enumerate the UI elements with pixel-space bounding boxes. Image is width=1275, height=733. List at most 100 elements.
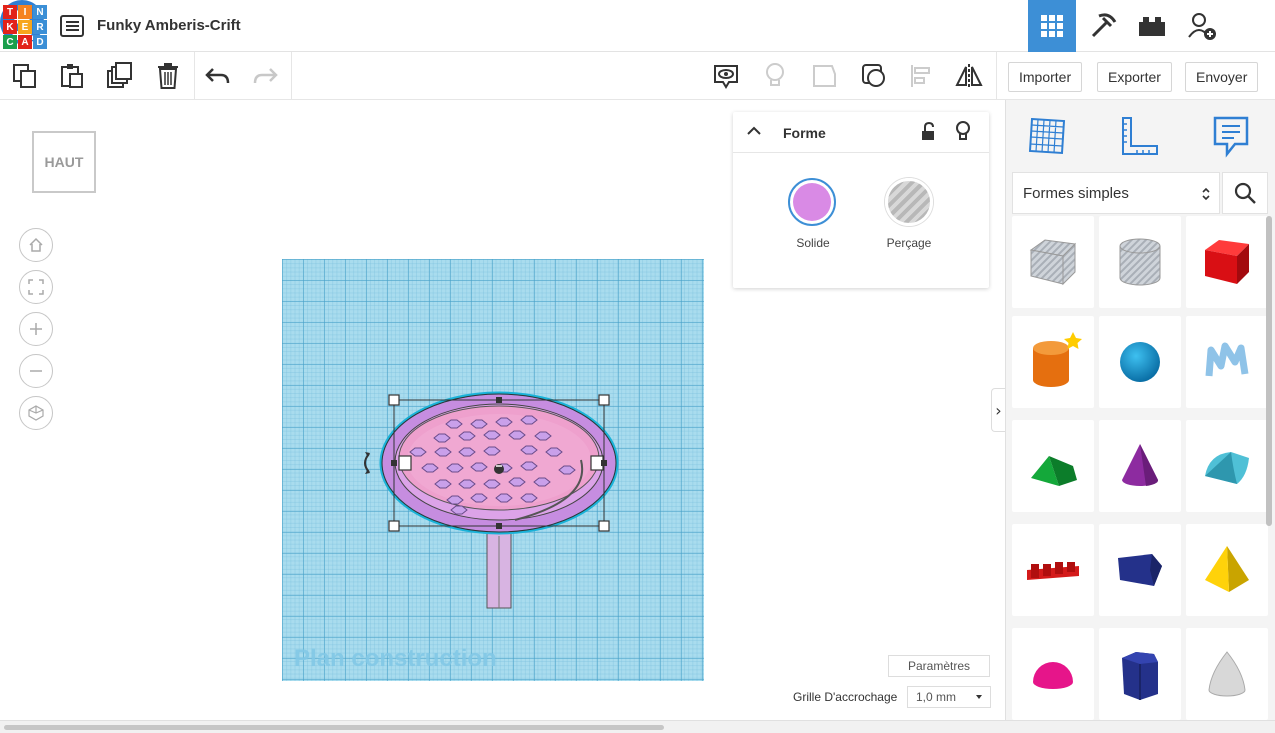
solid-label: Solide xyxy=(796,236,830,250)
paste-button[interactable] xyxy=(54,58,90,94)
selected-model[interactable] xyxy=(355,390,635,615)
duplicate-icon xyxy=(107,62,132,88)
redo-button[interactable] xyxy=(247,58,283,94)
paraboloid-icon xyxy=(1208,651,1246,697)
snap-grid-value: 1,0 mm xyxy=(916,690,957,704)
light-bulb-button[interactable] xyxy=(757,58,793,94)
export-button[interactable]: Exporter xyxy=(1097,62,1172,92)
tab-workplane[interactable] xyxy=(1023,112,1071,160)
group-button[interactable] xyxy=(856,58,892,94)
sphere-icon xyxy=(1120,342,1160,382)
shape-cone[interactable] xyxy=(1099,420,1181,512)
light-bulb-icon[interactable] xyxy=(955,121,971,143)
horizontal-scrollbar-thumb[interactable] xyxy=(4,725,664,730)
shape-round-roof[interactable] xyxy=(1186,420,1268,512)
tinkercad-logo[interactable]: TIN KER CAD xyxy=(3,5,47,49)
collapse-panel-toggle[interactable]: › xyxy=(991,388,1005,432)
logo-letter: A xyxy=(18,35,32,49)
shape-paraboloid[interactable] xyxy=(1186,628,1268,720)
box-icon xyxy=(1205,240,1249,284)
logo-letter: K xyxy=(3,20,17,34)
copy-button[interactable] xyxy=(7,58,43,94)
undo-button[interactable] xyxy=(200,58,236,94)
snap-grid-select[interactable]: 1,0 mm xyxy=(907,686,991,708)
shape-box-hole[interactable] xyxy=(1012,216,1094,308)
shape-cylinder-hole[interactable] xyxy=(1099,216,1181,308)
view-3d-grid-icon xyxy=(1041,15,1063,37)
library-scrollbar[interactable] xyxy=(1266,216,1272,526)
roof-icon xyxy=(1031,456,1077,486)
shape-text[interactable] xyxy=(1012,524,1094,616)
text-shape-icon xyxy=(1027,562,1079,580)
workplane-label: Plan construction xyxy=(294,645,497,672)
3d-viewport[interactable]: HAUT Plan construction Forme Solide Perç… xyxy=(0,100,1005,720)
polygon-icon xyxy=(1118,554,1162,586)
invite-user-button[interactable] xyxy=(1178,0,1226,52)
zoom-out-button[interactable] xyxy=(19,354,53,388)
shape-category-select[interactable]: Formes simples xyxy=(1012,172,1220,214)
shape-inspector-panel: Forme Solide Perçage xyxy=(733,112,989,288)
logo-letter: C xyxy=(3,35,17,49)
notes-visibility-button[interactable] xyxy=(708,58,744,94)
import-button[interactable]: Importer xyxy=(1008,62,1083,92)
logo-letter: R xyxy=(33,20,47,34)
shape-roof[interactable] xyxy=(1012,420,1094,512)
view-cube[interactable]: HAUT xyxy=(32,131,96,193)
solid-color-swatch[interactable] xyxy=(788,178,836,226)
add-user-icon xyxy=(1188,13,1216,40)
shape-pyramid[interactable] xyxy=(1186,524,1268,616)
shape-search-button[interactable] xyxy=(1222,172,1268,214)
project-menu-icon[interactable] xyxy=(60,15,84,37)
search-icon xyxy=(1234,182,1256,204)
align-icon xyxy=(911,65,930,87)
logo-letter: E xyxy=(18,20,32,34)
light-bulb-icon xyxy=(766,63,784,86)
hole-swatch[interactable] xyxy=(885,178,933,226)
notes-visibility-icon xyxy=(714,65,738,89)
logo-letter: D xyxy=(33,35,47,49)
orthographic-button[interactable] xyxy=(19,396,53,430)
shape-hexagonal-prism[interactable] xyxy=(1099,628,1181,720)
home-view-button[interactable] xyxy=(19,228,53,262)
workplane-grid-icon xyxy=(1028,117,1066,155)
home-icon xyxy=(29,237,43,252)
chevron-right-icon: › xyxy=(995,400,1002,420)
shape-cylinder[interactable] xyxy=(1012,316,1094,408)
chevron-up-icon[interactable] xyxy=(747,126,761,136)
align-button[interactable] xyxy=(904,58,940,94)
shape-polygon[interactable] xyxy=(1099,524,1181,616)
duplicate-button[interactable] xyxy=(102,58,138,94)
shape-box[interactable] xyxy=(1186,216,1268,308)
cylinder-hole-icon xyxy=(1119,238,1161,286)
tab-ruler[interactable] xyxy=(1115,112,1163,160)
delete-icon xyxy=(158,63,178,89)
notes-button[interactable] xyxy=(806,58,842,94)
pyramid-icon xyxy=(1205,546,1249,592)
delete-button[interactable] xyxy=(150,58,186,94)
copy-icon xyxy=(13,64,36,88)
codeblocks-button[interactable] xyxy=(1079,0,1127,52)
horizontal-scrollbar[interactable] xyxy=(0,720,1275,733)
scribble-icon xyxy=(1205,342,1249,377)
logo-letter: N xyxy=(33,5,47,19)
zoom-out-icon xyxy=(30,370,42,372)
bricks-button[interactable] xyxy=(1128,0,1176,52)
mirror-button[interactable] xyxy=(951,58,987,94)
shape-half-sphere[interactable] xyxy=(1012,628,1094,720)
settings-button[interactable]: Paramètres xyxy=(888,655,990,677)
unlock-icon[interactable] xyxy=(920,122,936,142)
zoom-in-button[interactable] xyxy=(19,312,53,346)
project-title[interactable]: Funky Amberis-Crift xyxy=(97,17,241,34)
send-button[interactable]: Envoyer xyxy=(1185,62,1259,92)
logo-letter: I xyxy=(18,5,32,19)
mirror-icon xyxy=(955,64,983,88)
redo-icon xyxy=(253,68,278,84)
zoom-in-icon xyxy=(30,323,42,335)
group-icon xyxy=(862,64,885,87)
fit-view-button[interactable] xyxy=(19,270,53,304)
tab-notes[interactable] xyxy=(1207,112,1255,160)
shape-sphere[interactable] xyxy=(1099,316,1181,408)
shape-library-panel: Formes simples xyxy=(1005,100,1275,720)
shape-scribble[interactable] xyxy=(1186,316,1268,408)
view-3d-grid-button[interactable] xyxy=(1028,0,1076,52)
